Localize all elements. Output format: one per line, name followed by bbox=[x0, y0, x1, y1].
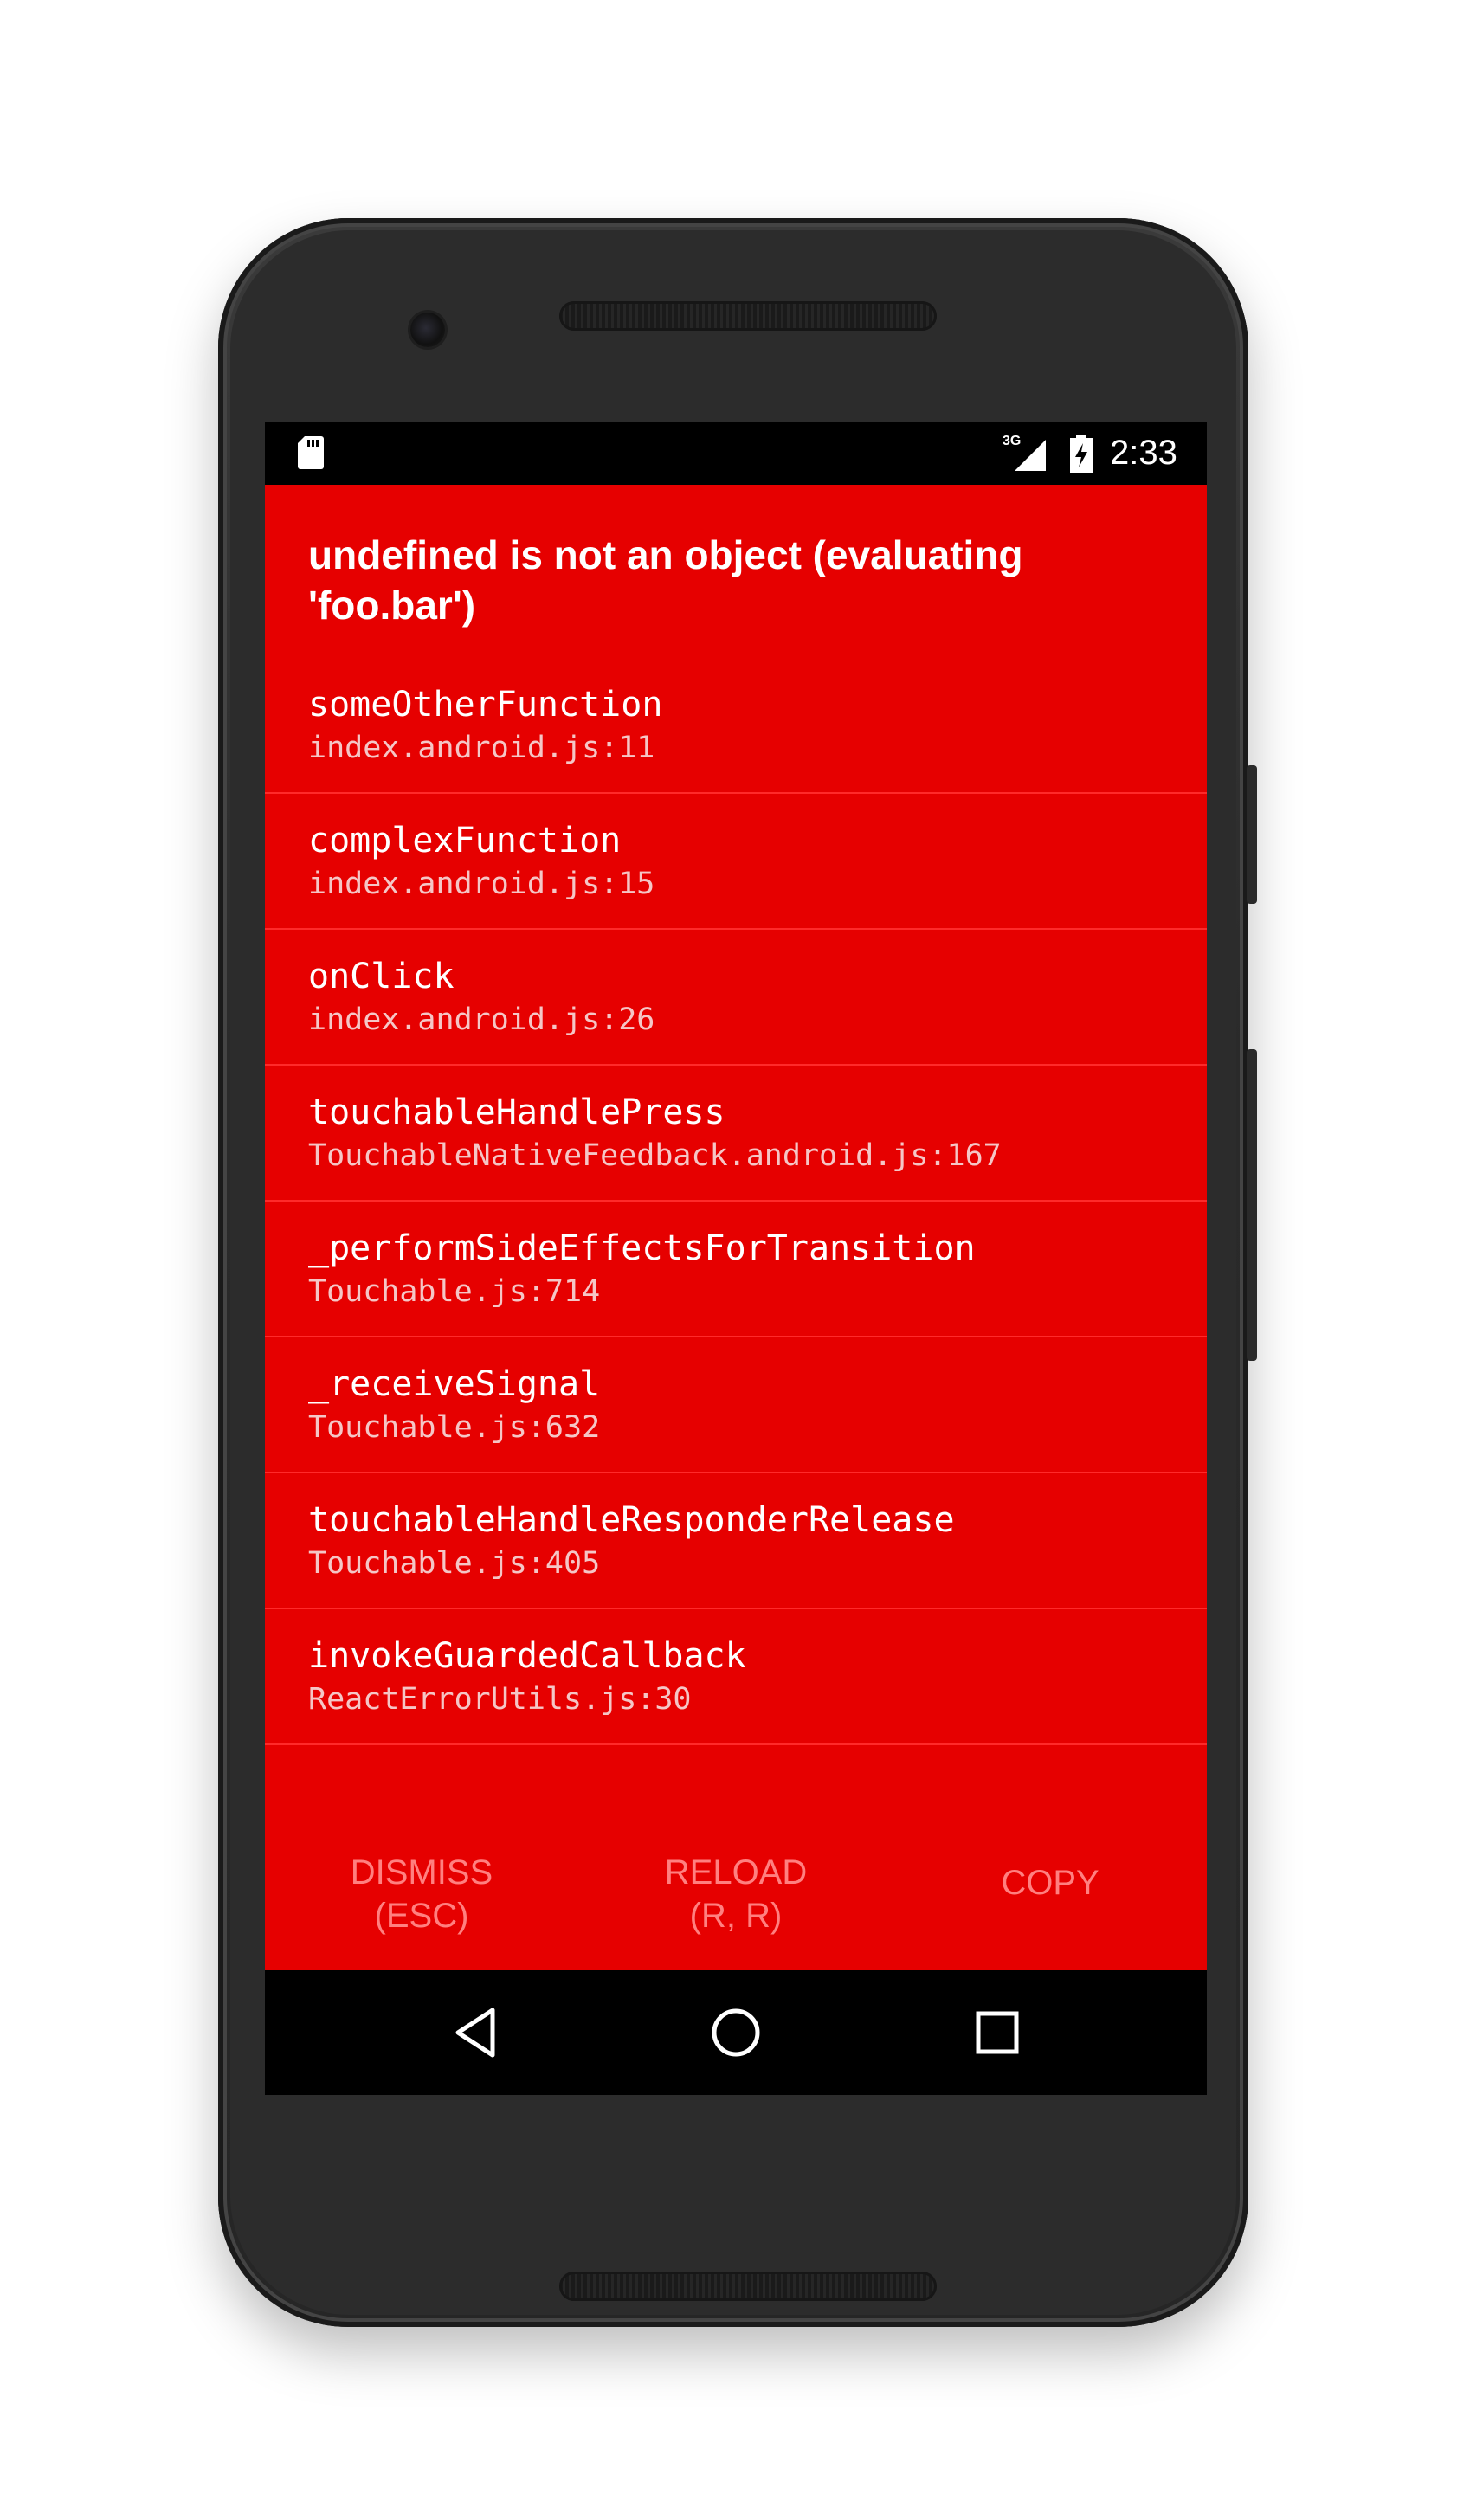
top-speaker bbox=[559, 301, 937, 331]
battery-charging-icon bbox=[1070, 435, 1093, 473]
frame-file: index.android.js:26 bbox=[308, 1002, 655, 1037]
frame-file: Touchable.js:405 bbox=[308, 1546, 601, 1581]
bottom-speaker bbox=[559, 2272, 937, 2301]
frame-method: invokeGuardedCallback bbox=[308, 1636, 746, 1676]
stack-frame[interactable]: touchableHandleResponderRelease Touchabl… bbox=[265, 1473, 1207, 1609]
frame-file: index.android.js:11 bbox=[308, 731, 655, 765]
error-title: undefined is not an object (evaluating '… bbox=[308, 532, 1023, 628]
stack-frame[interactable]: complexFunction index.android.js:15 bbox=[265, 794, 1207, 930]
dismiss-button[interactable]: DISMISS (ESC) bbox=[265, 1818, 578, 1970]
power-button bbox=[1247, 765, 1257, 904]
dismiss-button-label: DISMISS bbox=[350, 1853, 493, 1892]
stack-frame[interactable]: someOtherFunction index.android.js:11 bbox=[265, 658, 1207, 794]
reload-button-shortcut: (R, R) bbox=[689, 1897, 783, 1935]
frame-file: ReactErrorUtils.js:30 bbox=[308, 1682, 692, 1717]
redbox-error-screen: undefined is not an object (evaluating '… bbox=[265, 485, 1207, 1970]
frame-file: TouchableNativeFeedback.android.js:167 bbox=[308, 1138, 1002, 1173]
home-icon[interactable] bbox=[708, 2005, 764, 2060]
frame-method: someOtherFunction bbox=[308, 685, 663, 725]
stack-trace-list: someOtherFunction index.android.js:11 co… bbox=[265, 658, 1207, 1745]
frame-method: complexFunction bbox=[308, 821, 622, 860]
frame-method: touchableHandleResponderRelease bbox=[308, 1500, 955, 1540]
frame-file: index.android.js:15 bbox=[308, 867, 655, 901]
network-type-label: 3G bbox=[1003, 434, 1021, 448]
stack-frame[interactable]: _performSideEffectsForTransition Touchab… bbox=[265, 1202, 1207, 1337]
screen: 3G 2:33 undefined is not an object (eval… bbox=[265, 422, 1207, 2095]
frame-file: Touchable.js:714 bbox=[308, 1274, 601, 1309]
stack-frame[interactable]: invokeGuardedCallback ReactErrorUtils.js… bbox=[265, 1609, 1207, 1745]
frame-method: _performSideEffectsForTransition bbox=[308, 1228, 976, 1268]
back-icon[interactable] bbox=[451, 2005, 506, 2060]
frame-method: onClick bbox=[308, 957, 455, 996]
stack-frame[interactable]: touchableHandlePress TouchableNativeFeed… bbox=[265, 1066, 1207, 1202]
reload-button[interactable]: RELOAD (R, R) bbox=[579, 1818, 893, 1970]
volume-button bbox=[1247, 1049, 1257, 1361]
reload-button-label: RELOAD bbox=[664, 1853, 808, 1892]
frame-file: Touchable.js:632 bbox=[308, 1410, 601, 1445]
redbox-button-bar: DISMISS (ESC) RELOAD (R, R) COPY bbox=[265, 1818, 1207, 1970]
sd-card-icon bbox=[298, 436, 324, 469]
status-bar: 3G 2:33 bbox=[265, 422, 1207, 485]
dismiss-button-shortcut: (ESC) bbox=[374, 1897, 469, 1935]
cell-signal-icon: 3G bbox=[1003, 434, 1046, 471]
front-camera bbox=[410, 313, 445, 347]
copy-button-label: COPY bbox=[1001, 1864, 1099, 1902]
frame-method: touchableHandlePress bbox=[308, 1092, 725, 1132]
frame-method: _receiveSignal bbox=[308, 1364, 601, 1404]
navigation-bar bbox=[265, 1970, 1207, 2095]
stack-frame[interactable]: _receiveSignal Touchable.js:632 bbox=[265, 1337, 1207, 1473]
status-clock: 2:33 bbox=[1110, 434, 1177, 472]
copy-button[interactable]: COPY bbox=[893, 1818, 1207, 1970]
recents-icon[interactable] bbox=[970, 2005, 1025, 2060]
stack-frame[interactable]: onClick index.android.js:26 bbox=[265, 930, 1207, 1066]
